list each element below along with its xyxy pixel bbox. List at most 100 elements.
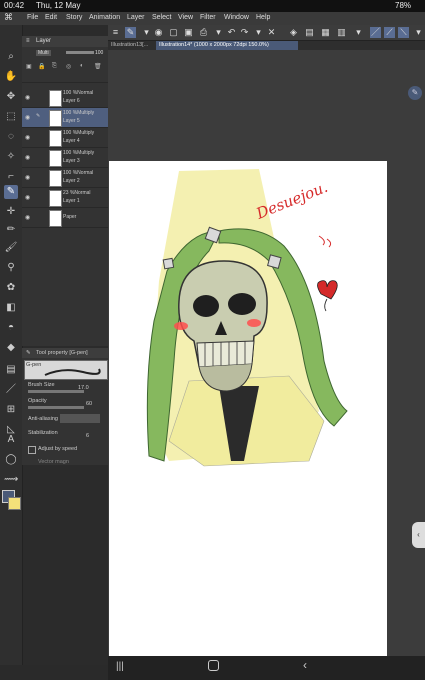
new-layer-icon[interactable]: ▣ <box>26 63 32 70</box>
grid-icon[interactable]: ▥ <box>336 27 347 38</box>
gradient-icon[interactable]: ▤ <box>4 363 18 377</box>
layer-mode: 100 %Normal <box>63 90 94 96</box>
layer-opacity-slider[interactable] <box>66 51 94 54</box>
layer-row[interactable]: ◉ ✎ 100 %Multiply Layer 5 <box>22 108 108 128</box>
eye-icon[interactable]: ◉ <box>25 134 30 141</box>
zoom-icon[interactable]: ⌕ <box>4 50 18 64</box>
ruler-snap-icon[interactable]: ／ <box>370 27 381 38</box>
hand-icon[interactable]: ✋ <box>4 70 18 84</box>
selection-icon[interactable]: ⬚ <box>4 110 18 124</box>
quick-access-icon[interactable]: ✎ <box>408 86 422 100</box>
eye-icon[interactable]: ◉ <box>25 114 30 121</box>
layer-name: Layer 6 <box>63 98 80 104</box>
pencil-icon[interactable]: ✏ <box>4 223 18 237</box>
app-logo-icon[interactable]: ⌘ <box>4 12 13 23</box>
brush-size-slider[interactable] <box>28 390 84 393</box>
reference-icon[interactable]: ◎ <box>66 63 71 70</box>
layer-row[interactable]: ◉ 100 %Normal Layer 2 <box>22 168 108 188</box>
undo-icon[interactable]: ↶ <box>226 27 237 38</box>
lock-icon[interactable]: 🔒 <box>38 63 45 70</box>
menu-view[interactable]: View <box>178 14 193 21</box>
eraser-icon[interactable]: ◧ <box>4 301 18 315</box>
antialias-selector[interactable] <box>60 414 100 423</box>
dropdown-icon[interactable]: ▾ <box>413 27 424 38</box>
home-icon[interactable] <box>208 660 219 671</box>
menu-animation[interactable]: Animation <box>89 14 120 21</box>
menu-story[interactable]: Story <box>66 14 82 21</box>
layer-name: Layer 1 <box>63 198 80 204</box>
layer-row[interactable]: ◉ 100 %Multiply Layer 3 <box>22 148 108 168</box>
canvas-paper[interactable]: Desuejou. <box>109 161 387 656</box>
fill-icon[interactable]: ◆ <box>4 341 18 355</box>
layer-panel: ≡ Layer Multi 100 ▣ 🔒 ⎘ ◎ ◐ 🗑 ◉ 100 %Nor… <box>22 36 108 346</box>
delete-layer-icon[interactable]: 🗑 <box>94 63 102 70</box>
new-file-icon[interactable]: ▢ <box>168 27 179 38</box>
layer-row[interactable]: ◉ 100 %Multiply Layer 4 <box>22 128 108 148</box>
blend-icon[interactable]: ◓ <box>4 321 18 335</box>
menu-select[interactable]: Select <box>152 14 171 21</box>
dropdown-icon[interactable]: ▾ <box>353 27 364 38</box>
brush-icon[interactable]: 🖌 <box>4 241 18 255</box>
decoration-icon[interactable]: ✿ <box>4 281 18 295</box>
menu-bar: ⌘ File Edit Story Animation Layer Select… <box>0 12 425 25</box>
move-icon[interactable]: ✥ <box>4 90 18 104</box>
menu-window[interactable]: Window <box>224 14 249 21</box>
special-ruler-icon[interactable]: ⟋ <box>384 27 395 38</box>
transform-icon[interactable]: ▤ <box>304 27 315 38</box>
eye-icon[interactable]: ◉ <box>25 154 30 161</box>
sub-color-swatch[interactable] <box>8 497 21 510</box>
dropdown-icon[interactable]: ▾ <box>141 27 152 38</box>
menu-filter[interactable]: Filter <box>200 14 216 21</box>
layer-thumbnail <box>49 210 62 227</box>
pen-mode-icon[interactable]: ✎ <box>125 27 136 38</box>
mask-icon[interactable]: ◐ <box>80 63 84 69</box>
menu-icon[interactable]: ≡ <box>110 27 121 38</box>
pen-icon[interactable]: ✎ <box>4 185 18 199</box>
grid-snap-icon[interactable]: ⟍ <box>398 27 409 38</box>
airbrush-icon[interactable]: ⚲ <box>4 261 18 275</box>
menu-help[interactable]: Help <box>256 14 270 21</box>
menu-edit[interactable]: Edit <box>45 14 57 21</box>
correct-line-icon[interactable]: ⟿ <box>4 473 18 487</box>
menu-layer[interactable]: Layer <box>127 14 145 21</box>
opacity-slider[interactable] <box>28 406 84 409</box>
record-icon[interactable]: ◉ <box>153 27 164 38</box>
redo-icon[interactable]: ↷ <box>239 27 250 38</box>
brush-size-label: Brush Size <box>28 382 55 388</box>
balloon-icon[interactable]: ◯ <box>4 453 18 467</box>
recents-icon[interactable]: ||| <box>116 661 124 672</box>
panel-toggle-icon[interactable]: ‹ <box>412 522 425 548</box>
fill-layer-icon[interactable]: ◈ <box>288 27 299 38</box>
frame-icon[interactable]: ⊞ <box>4 403 18 417</box>
back-icon[interactable]: ‹ <box>303 658 307 672</box>
tab-illustration13[interactable]: Illustration13[... <box>108 41 151 50</box>
layer-row[interactable]: ◉ 100 %Normal Layer 6 <box>22 88 108 108</box>
text-icon[interactable]: A <box>4 433 18 447</box>
clear-icon[interactable]: ✕ <box>266 27 277 38</box>
adjust-speed-checkbox[interactable] <box>28 446 36 454</box>
dropdown-icon[interactable]: ▾ <box>253 27 264 38</box>
eyedropper-icon[interactable]: ⌐ <box>4 170 18 184</box>
pen-edit-icon: ✎ <box>36 113 41 119</box>
eye-icon[interactable]: ◉ <box>25 94 30 101</box>
menu-file[interactable]: File <box>27 14 38 21</box>
layer-mode: 100 %Normal <box>63 170 94 176</box>
blend-mode-select[interactable]: Multi <box>36 50 51 56</box>
eye-icon[interactable]: ◉ <box>25 194 30 201</box>
eye-icon[interactable]: ◉ <box>25 174 30 181</box>
open-icon[interactable]: ▣ <box>183 27 194 38</box>
magic-wand-icon[interactable]: ✧ <box>4 150 18 164</box>
clip-icon[interactable]: ⎘ <box>52 63 57 70</box>
tab-illustration14[interactable]: Illustration14* (1000 x 2000px 72dpi 150… <box>156 41 298 50</box>
eye-icon[interactable]: ◉ <box>25 214 30 221</box>
operation-icon[interactable]: ✛ <box>4 205 18 219</box>
dropdown-icon[interactable]: ▾ <box>213 27 224 38</box>
save-icon[interactable]: ⎙ <box>198 27 209 38</box>
line-icon[interactable]: ／ <box>4 383 18 397</box>
opacity-label: Opacity <box>28 398 47 404</box>
layer-row[interactable]: ◉ Paper <box>22 208 108 228</box>
layer-row[interactable]: ◉ 23 %Normal Layer 1 <box>22 188 108 208</box>
lasso-icon[interactable]: ◌ <box>4 130 18 144</box>
battery-level: 78% <box>395 1 412 10</box>
selection-layer-icon[interactable]: ▦ <box>320 27 331 38</box>
